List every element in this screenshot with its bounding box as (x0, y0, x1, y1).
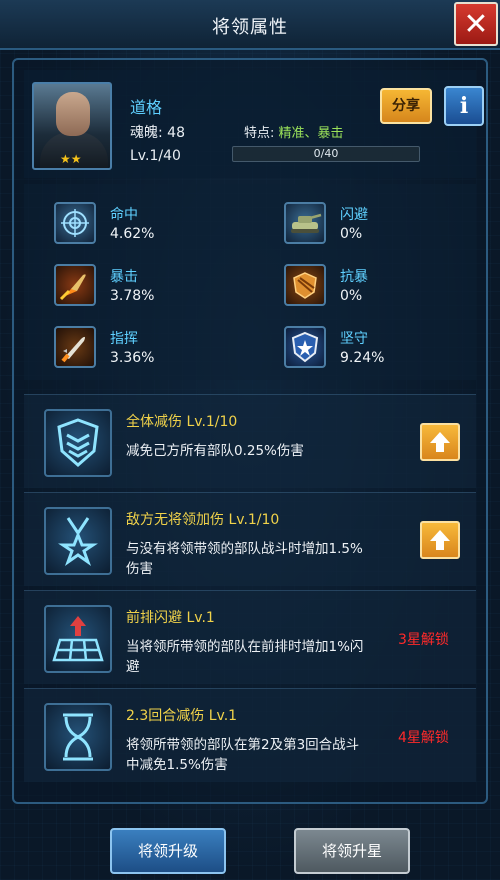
skill-row-no-general-bonus: 敌方无将领加伤 Lv.1/10 与没有将领带领的部队战斗时增加1.5%伤害 (24, 492, 476, 586)
hero-name: 道格 (130, 98, 163, 117)
stat-crit-resist: 抗暴 0% (284, 264, 484, 314)
arrow-up-icon (430, 530, 450, 550)
skill-description: 将领所带领的部队在第2及第3回合战斗中减免1.5%伤害 (126, 737, 360, 773)
header-bar: 将领属性 ✕ (0, 0, 500, 50)
hero-trait-label: 特点: (244, 126, 279, 141)
upgrade-button[interactable] (420, 521, 460, 559)
stat-label: 命中 (110, 207, 138, 223)
skill-description: 减免己方所有部队0.25%伤害 (126, 443, 304, 459)
skill-description: 与没有将领带领的部队战斗时增加1.5%伤害 (126, 541, 363, 577)
star-rating-icon: ★★ (60, 152, 82, 166)
skill-row-round-damage-reduction: 2.3回合减伤 Lv.1 将领所带领的部队在第2及第3回合战斗中减免1.5%伤害… (24, 688, 476, 782)
close-icon: ✕ (463, 6, 489, 42)
stat-label: 指挥 (110, 331, 138, 347)
star-shield-icon (284, 326, 326, 368)
flaming-bullet-icon (54, 264, 96, 306)
stat-command: 指挥 3.36% (54, 326, 254, 376)
close-button[interactable]: ✕ (454, 2, 498, 46)
stat-value: 4.62% (110, 226, 155, 242)
stat-value: 9.24% (340, 350, 385, 366)
info-button[interactable]: i (444, 86, 484, 126)
crosshair-icon (54, 202, 96, 244)
skill-title: 敌方无将领加伤 Lv.1/10 (126, 512, 280, 528)
stat-value: 0% (340, 226, 363, 242)
stat-label: 闪避 (340, 207, 368, 223)
stats-panel: 命中 4.62% 闪避 0% 暴击 3.78% 抗暴 0% 指挥 3.36% 坚… (24, 184, 476, 380)
tank-icon (284, 202, 326, 244)
stat-label: 抗暴 (340, 269, 368, 285)
skill-row-all-damage-reduction: 全体减伤 Lv.1/10 减免己方所有部队0.25%伤害 (24, 394, 476, 488)
medal-icon (44, 507, 112, 575)
avatar-head-shape (56, 92, 90, 136)
stat-label: 暴击 (110, 269, 138, 285)
hero-panel: ★★ 道格 魂魄: 48 特点: 精准、暴击 Lv.1/40 0/40 分享 i (24, 70, 484, 178)
unlock-requirement: 3星解锁 (398, 632, 449, 648)
hourglass-icon (44, 703, 112, 771)
skill-title: 前排闪避 Lv.1 (126, 610, 215, 626)
stat-label: 坚守 (340, 331, 368, 347)
share-button[interactable]: 分享 (380, 88, 432, 124)
skill-title: 全体减伤 Lv.1/10 (126, 414, 238, 430)
unlock-requirement: 4星解锁 (398, 730, 449, 746)
hero-upgrade-button[interactable]: 将领升级 (110, 828, 226, 874)
hero-star-up-button[interactable]: 将领升星 (294, 828, 410, 874)
skill-title: 2.3回合减伤 Lv.1 (126, 708, 238, 724)
stat-value: 3.78% (110, 288, 155, 304)
armor-plate-icon (284, 264, 326, 306)
shield-icon (44, 409, 112, 477)
front-row-icon (44, 605, 112, 673)
exp-progress-text: 0/40 (313, 147, 339, 160)
skill-description: 当将领所带领的部队在前排时增加1%闪避 (126, 639, 364, 675)
missile-icon (54, 326, 96, 368)
hero-level: Lv.1/40 (130, 148, 181, 164)
exp-progress-bar: 0/40 (232, 146, 420, 162)
page-title: 将领属性 (212, 17, 288, 38)
stat-dodge: 闪避 0% (284, 202, 484, 252)
skill-row-front-row-dodge: 前排闪避 Lv.1 当将领所带领的部队在前排时增加1%闪避 3星解锁 (24, 590, 476, 684)
stat-defend: 坚守 9.24% (284, 326, 484, 376)
avatar[interactable]: ★★ (32, 82, 112, 170)
stat-hit: 命中 4.62% (54, 202, 254, 252)
info-icon: i (459, 93, 469, 119)
hero-trait: 特点: 精准、暴击 (244, 122, 344, 141)
stat-value: 3.36% (110, 350, 155, 366)
upgrade-button[interactable] (420, 423, 460, 461)
hero-trait-value: 精准、暴击 (278, 126, 344, 141)
stat-value: 0% (340, 288, 363, 304)
hero-soul-count: 魂魄: 48 (130, 125, 185, 141)
arrow-up-icon (430, 432, 450, 452)
stat-crit: 暴击 3.78% (54, 264, 254, 314)
main-frame: ★★ 道格 魂魄: 48 特点: 精准、暴击 Lv.1/40 0/40 分享 i… (12, 58, 488, 804)
